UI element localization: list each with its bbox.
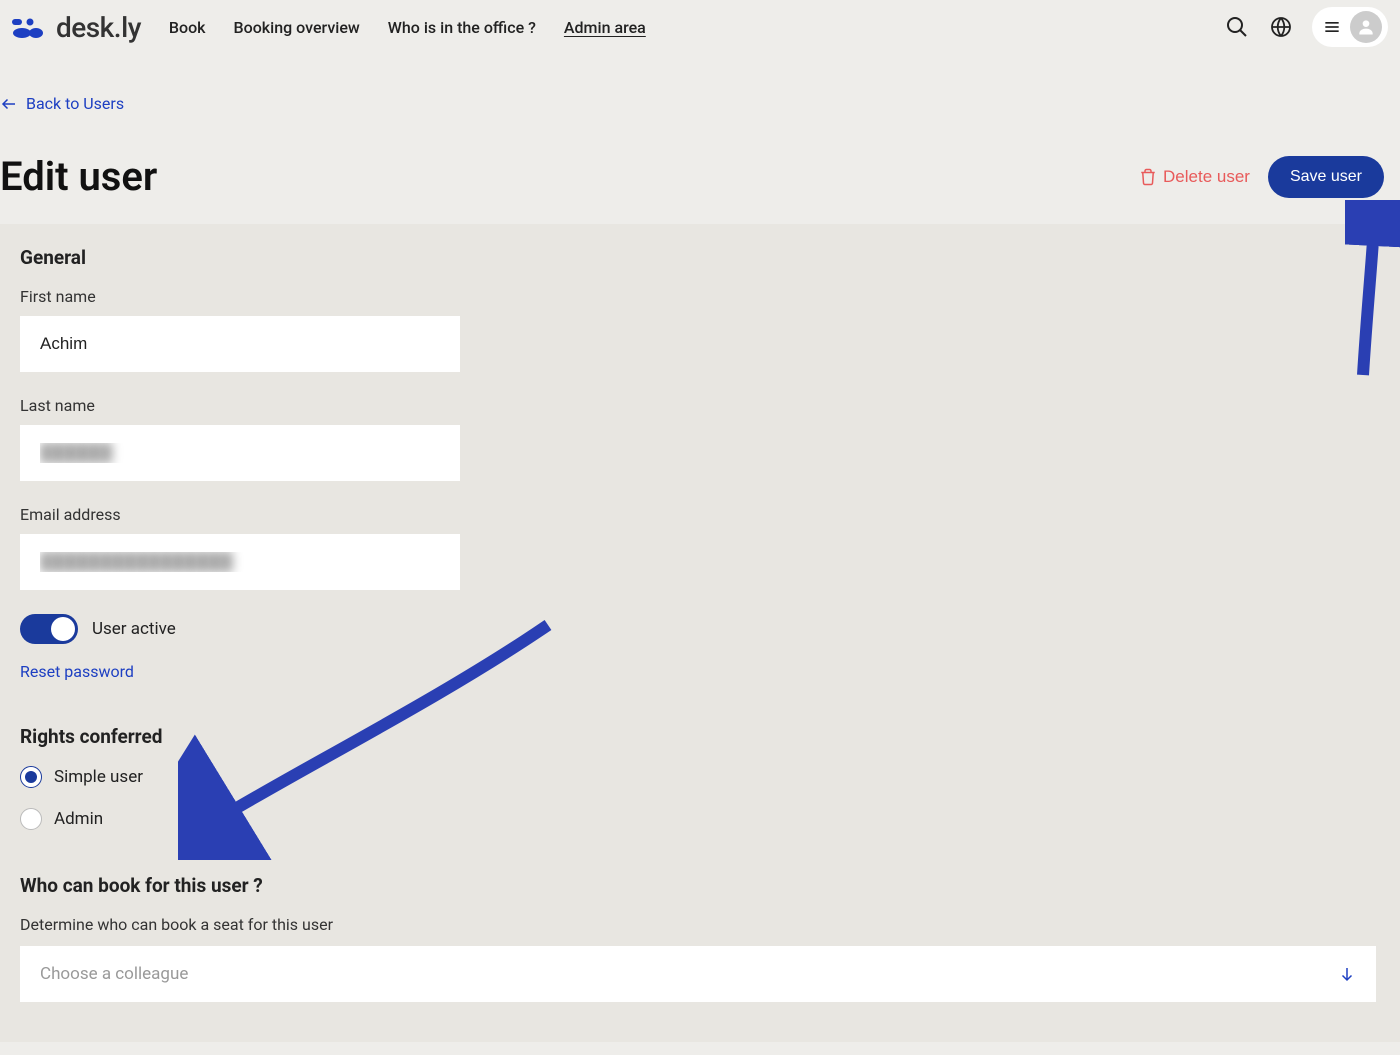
field-first-name: First name: [20, 287, 1380, 372]
radio-simple-user-row: Simple user: [20, 766, 1380, 788]
menu-icon: [1322, 17, 1342, 37]
last-name-input[interactable]: [20, 425, 460, 481]
section-rights-title: Rights conferred: [20, 725, 1380, 748]
email-label: Email address: [20, 505, 1380, 524]
email-input[interactable]: [20, 534, 460, 590]
top-header: desk.ly Book Booking overview Who is in …: [0, 0, 1400, 54]
radio-simple-user-label: Simple user: [54, 767, 143, 787]
user-active-label: User active: [92, 619, 176, 639]
user-active-toggle[interactable]: [20, 614, 78, 644]
last-name-label: Last name: [20, 396, 1380, 415]
colleague-select-placeholder: Choose a colleague: [40, 964, 188, 984]
nav-admin-area[interactable]: Admin area: [564, 18, 646, 37]
page-title: Edit user: [0, 153, 157, 200]
section-general-title: General: [20, 246, 1380, 269]
page-actions: Delete user Save user: [1139, 156, 1400, 198]
user-active-row: User active: [20, 614, 1380, 644]
nav-book[interactable]: Book: [169, 18, 206, 37]
delete-user-label: Delete user: [1163, 167, 1250, 187]
nav-who-office[interactable]: Who is in the office ?: [388, 18, 536, 37]
back-link-label: Back to Users: [26, 94, 124, 113]
brand-name: desk.ly: [56, 11, 141, 44]
nav-booking-overview[interactable]: Booking overview: [234, 18, 360, 37]
section-book-for: Who can book for this user ? Determine w…: [20, 874, 1380, 1002]
field-email: Email address: [20, 505, 1380, 590]
page-head: Edit user Delete user Save user: [0, 133, 1400, 224]
field-last-name: Last name: [20, 396, 1380, 481]
logo-mark-icon: [12, 15, 48, 39]
brand-logo[interactable]: desk.ly: [12, 11, 141, 44]
header-right-cluster: [1224, 7, 1388, 47]
save-user-button[interactable]: Save user: [1268, 156, 1384, 198]
back-to-users-link[interactable]: Back to Users: [0, 54, 1400, 133]
arrow-left-icon: [0, 95, 18, 113]
search-icon[interactable]: [1224, 14, 1250, 40]
radio-admin[interactable]: [20, 808, 42, 830]
reset-password-link[interactable]: Reset password: [20, 662, 134, 681]
radio-admin-label: Admin: [54, 809, 103, 829]
book-for-helper: Determine who can book a seat for this u…: [20, 915, 1380, 934]
radio-admin-row: Admin: [20, 808, 1380, 830]
section-book-for-title: Who can book for this user ?: [20, 874, 1380, 897]
first-name-label: First name: [20, 287, 1380, 306]
radio-simple-user[interactable]: [20, 766, 42, 788]
profile-menu[interactable]: [1312, 7, 1388, 47]
section-rights: Rights conferred Simple user Admin: [20, 725, 1380, 830]
trash-icon: [1139, 168, 1157, 186]
colleague-select[interactable]: Choose a colleague: [20, 946, 1376, 1002]
globe-icon[interactable]: [1268, 14, 1294, 40]
arrow-down-icon: [1338, 965, 1356, 983]
delete-user-button[interactable]: Delete user: [1139, 167, 1250, 187]
primary-nav: Book Booking overview Who is in the offi…: [169, 18, 646, 37]
section-general: General First name Last name Email addre…: [20, 246, 1380, 681]
avatar: [1350, 11, 1382, 43]
first-name-input[interactable]: [20, 316, 460, 372]
form-area: General First name Last name Email addre…: [0, 224, 1400, 1042]
